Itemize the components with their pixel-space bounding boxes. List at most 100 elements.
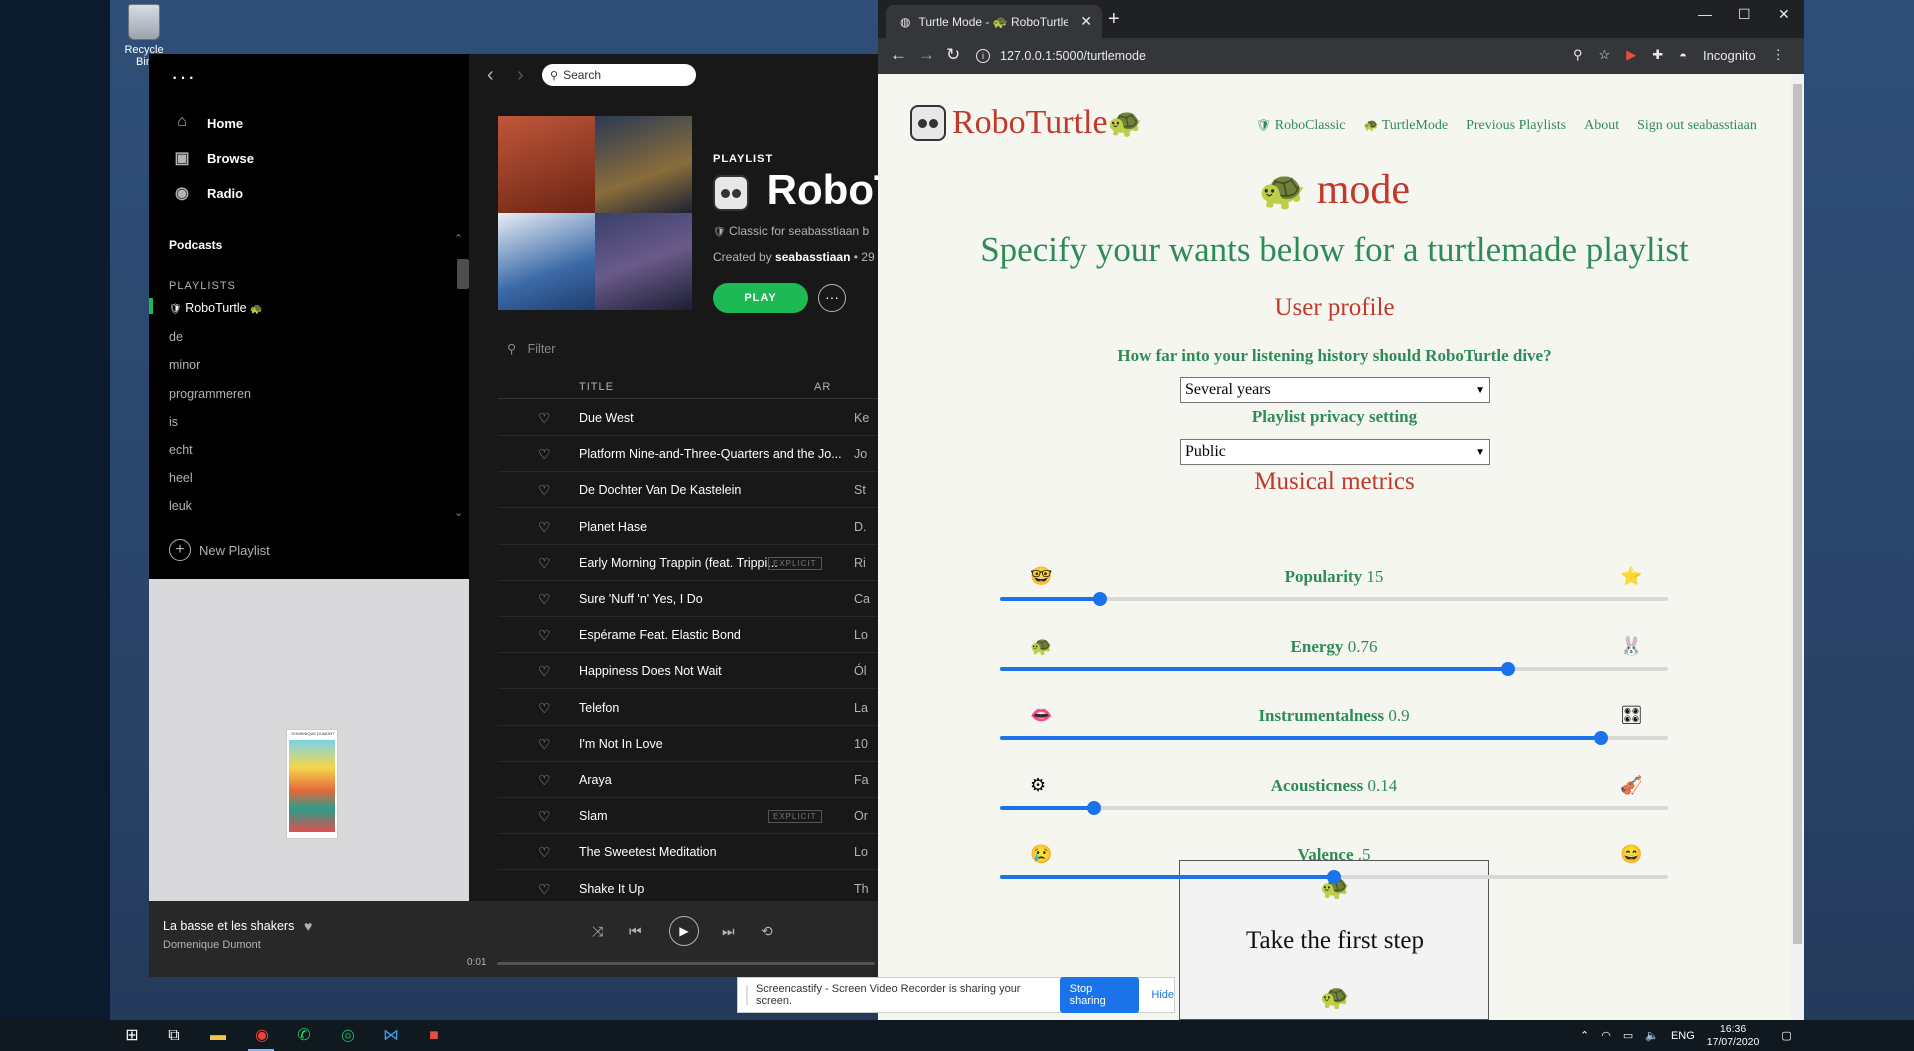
sidebar-playlist-leuk[interactable]: leuk: [169, 499, 192, 513]
heart-icon[interactable]: ♡: [538, 591, 551, 608]
like-heart-icon[interactable]: ♥: [304, 918, 312, 934]
address-bar[interactable]: i 127.0.0.1:5000/turtlemode: [976, 42, 1576, 70]
table-row[interactable]: ♡ Due West Ke: [498, 400, 878, 436]
track-artist[interactable]: Ól: [854, 664, 867, 678]
track-artist[interactable]: St: [854, 483, 866, 497]
forward-arrow-icon[interactable]: ›: [517, 64, 524, 87]
play-pause-button[interactable]: ▶: [669, 916, 699, 946]
table-row[interactable]: ♡ Planet Hase D.: [498, 509, 878, 545]
sidebar-playlist-is[interactable]: is: [169, 415, 178, 429]
heart-icon[interactable]: ♡: [538, 881, 551, 898]
table-row[interactable]: ♡ Slam EXPLICIT Or: [498, 798, 878, 835]
language-indicator[interactable]: ENG: [1671, 1030, 1695, 1042]
heart-icon[interactable]: ♡: [538, 446, 551, 463]
chrome-menu-icon[interactable]: ⋮: [1772, 47, 1785, 63]
network-icon[interactable]: ◠: [1601, 1029, 1611, 1042]
whatsapp-icon[interactable]: ✆: [288, 1024, 320, 1048]
column-header-title[interactable]: TITLE: [579, 381, 614, 393]
playback-progress-bar[interactable]: [497, 962, 875, 965]
tray-overflow-icon[interactable]: ⌃: [1580, 1029, 1589, 1042]
sidebar-playlist-echt[interactable]: echt: [169, 443, 193, 457]
heart-icon[interactable]: ♡: [538, 663, 551, 680]
browser-tab-turtle-mode[interactable]: ◍ Turtle Mode - 🐢 RoboTurtle ✕: [886, 5, 1102, 38]
track-artist[interactable]: 10: [854, 737, 868, 751]
clock[interactable]: 16:36 17/07/2020: [1707, 1023, 1760, 1049]
track-artist[interactable]: Lo: [854, 628, 868, 642]
column-header-artist[interactable]: AR: [814, 381, 831, 393]
sidebar-scroll-down-icon[interactable]: ⌄: [454, 506, 463, 519]
heart-icon[interactable]: ♡: [538, 627, 551, 644]
nav-sign-out[interactable]: Sign out seabasstiaan: [1637, 118, 1757, 134]
sidebar-playlist-programmeren[interactable]: programmeren: [169, 387, 251, 401]
new-playlist-button[interactable]: + New Playlist: [169, 539, 270, 561]
nav-radio[interactable]: ◉ Radio: [171, 180, 431, 206]
track-artist[interactable]: Ke: [854, 411, 869, 425]
todoist-icon[interactable]: ■: [418, 1024, 450, 1048]
nav-roboclassic[interactable]: 🛡 RoboClassic: [1256, 118, 1346, 134]
track-artist[interactable]: Ri: [854, 556, 866, 570]
sidebar-playlist-roboturtle[interactable]: 🛡 RoboTurtle 🐢: [169, 301, 263, 315]
track-artist[interactable]: Ca: [854, 592, 870, 606]
nav-previous-playlists[interactable]: Previous Playlists: [1466, 118, 1566, 134]
new-tab-button[interactable]: +: [1108, 8, 1120, 31]
filter-input[interactable]: ⚲ Filter: [507, 341, 555, 356]
nav-browse[interactable]: ▣ Browse: [171, 145, 431, 171]
shuffle-icon[interactable]: ⤨: [592, 923, 603, 940]
heart-icon[interactable]: ♡: [538, 555, 551, 572]
table-row[interactable]: ♡ The Sweetest Meditation Lo: [498, 834, 878, 871]
heart-icon[interactable]: ♡: [538, 808, 551, 825]
vscode-icon[interactable]: ⋈: [375, 1024, 407, 1048]
notifications-icon[interactable]: ▢: [1781, 1029, 1791, 1042]
now-playing-artist[interactable]: Domenique Dumont: [163, 939, 261, 951]
roboturtle-logo[interactable]: RoboTurtle 🐢: [910, 104, 1142, 142]
sidebar-playlist-de[interactable]: de: [169, 330, 183, 344]
battery-icon[interactable]: ▭: [1623, 1029, 1633, 1042]
previous-track-icon[interactable]: ⏮: [629, 923, 642, 940]
track-artist[interactable]: Jo: [854, 447, 867, 461]
table-row[interactable]: ♡ Espérame Feat. Elastic Bond Lo: [498, 617, 878, 654]
screencastify-extension-icon[interactable]: ▶: [1626, 47, 1636, 63]
heart-icon[interactable]: ♡: [538, 700, 551, 717]
repeat-icon[interactable]: ⟲: [761, 923, 773, 940]
incognito-label[interactable]: Incognito: [1703, 48, 1756, 63]
play-button[interactable]: PLAY: [713, 283, 808, 313]
heart-icon[interactable]: ♡: [538, 519, 551, 536]
hide-notice-link[interactable]: Hide: [1151, 989, 1174, 1001]
heart-icon[interactable]: ♡: [538, 844, 551, 861]
chrome-taskbar-icon[interactable]: ◉: [246, 1024, 278, 1048]
site-info-icon[interactable]: i: [976, 49, 990, 63]
sidebar-scroll-up-icon[interactable]: ⌃: [454, 232, 463, 245]
nav-home[interactable]: ⌂ Home: [171, 110, 431, 136]
now-playing-title[interactable]: La basse et les shakers: [163, 919, 294, 933]
stop-sharing-button[interactable]: Stop sharing: [1059, 977, 1140, 1013]
slider-thumb[interactable]: [1093, 592, 1107, 606]
slider-thumb[interactable]: [1501, 661, 1515, 676]
table-row[interactable]: ♡ I'm Not In Love 10: [498, 726, 878, 762]
sidebar-playlist-heel[interactable]: heel: [169, 471, 193, 485]
sidebar-playlist-minor[interactable]: minor: [169, 358, 200, 372]
table-row[interactable]: ♡ Early Morning Trappin (feat. Trippi... E…: [498, 545, 878, 581]
nav-turtlemode[interactable]: 🐢 TurtleMode: [1364, 118, 1449, 134]
track-artist[interactable]: Th: [854, 882, 869, 896]
slider-thumb[interactable]: [1327, 870, 1341, 884]
back-arrow-icon[interactable]: ←: [890, 45, 907, 65]
table-row[interactable]: ♡ De Dochter Van De Kastelein St: [498, 472, 878, 509]
file-explorer-icon[interactable]: ▬: [202, 1024, 234, 1048]
track-artist[interactable]: Fa: [854, 773, 869, 787]
track-artist[interactable]: Or: [854, 809, 868, 823]
reload-icon[interactable]: ↻: [946, 45, 960, 65]
volume-icon[interactable]: 🔈: [1645, 1029, 1659, 1042]
track-artist[interactable]: Lo: [854, 845, 868, 859]
sidebar-podcasts[interactable]: Podcasts: [169, 238, 222, 252]
more-options-button[interactable]: ···: [818, 284, 846, 312]
extensions-puzzle-icon[interactable]: ✚: [1652, 47, 1663, 63]
close-window-icon[interactable]: ✕: [1778, 6, 1790, 23]
spotify-menu-dots[interactable]: ···: [171, 64, 196, 90]
forward-arrow-icon[interactable]: →: [918, 45, 935, 65]
notice-grip[interactable]: [746, 985, 748, 1005]
track-artist[interactable]: D.: [854, 520, 867, 534]
heart-icon[interactable]: ♡: [538, 410, 551, 427]
table-row[interactable]: ♡ Telefon La: [498, 690, 878, 726]
slider-thumb[interactable]: [1594, 731, 1608, 745]
created-by-user[interactable]: seabasstiaan: [775, 250, 850, 264]
